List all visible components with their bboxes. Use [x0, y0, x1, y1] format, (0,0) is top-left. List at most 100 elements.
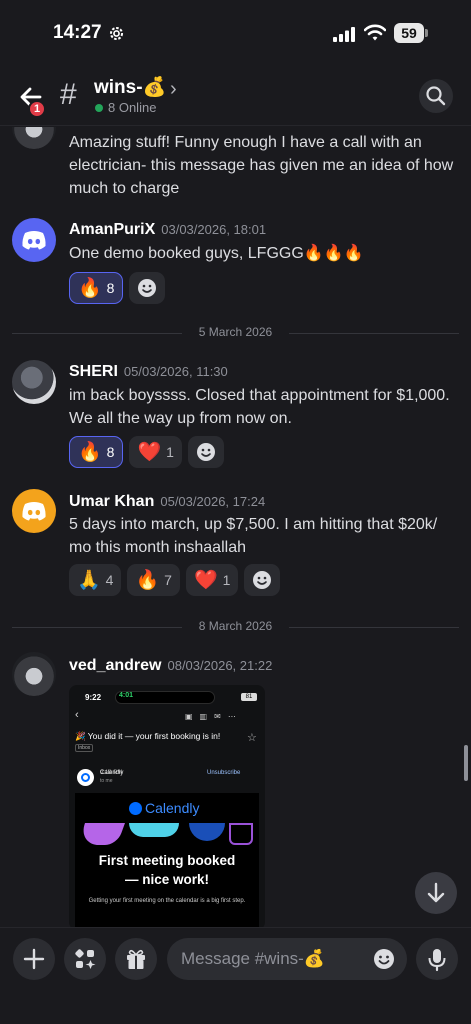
- mail-toolbar-icons: ▣▥✉⋯: [185, 712, 243, 721]
- unsubscribe-link: Unsubscribe: [207, 770, 241, 776]
- reaction-count: 7: [164, 572, 172, 588]
- message-timestamp: 03/03/2026, 18:01: [161, 222, 267, 237]
- channel-name[interactable]: wins-💰: [94, 75, 166, 99]
- notification-badge: 1: [28, 100, 46, 118]
- divider-label: 5 March 2026: [198, 325, 273, 339]
- inbox-tag: Inbox: [75, 744, 94, 752]
- reaction-bar: 🔥 8: [69, 272, 166, 304]
- decorative-shape: [129, 823, 179, 837]
- apps-icon: [75, 949, 96, 969]
- image-attachment[interactable]: 9:22 4:01 81 ‹ ▣▥✉⋯ 🎉 You did it — your …: [69, 685, 265, 927]
- author-name[interactable]: Umar Khan: [69, 493, 154, 510]
- battery-level: 59: [401, 25, 417, 41]
- avatar[interactable]: [12, 127, 56, 149]
- author-name[interactable]: AmanPuriX: [69, 221, 155, 238]
- email-recipient: to me: [100, 778, 113, 784]
- wifi-icon: [364, 24, 386, 41]
- call-timer: 4:01: [119, 692, 134, 699]
- reaction-count: 8: [106, 444, 115, 460]
- channel-header: # wins-💰 › 8 Online: [0, 66, 471, 126]
- reaction-fire[interactable]: 🔥 8: [69, 272, 124, 304]
- pray-emoji: 🙏: [77, 569, 101, 591]
- arrow-down-icon: [427, 882, 445, 903]
- gear-icon: [109, 26, 124, 41]
- online-count: 8 Online: [108, 100, 157, 115]
- reaction-count: 4: [105, 572, 114, 588]
- plus-icon: [23, 948, 45, 970]
- message-author[interactable]: SHERI 05/03/2026, 11:30: [69, 363, 228, 381]
- author-name[interactable]: SHERI: [69, 363, 118, 380]
- back-chevron-icon: ‹: [75, 709, 79, 721]
- reaction-bar: 🙏 4 🔥 7 ❤️ 1: [69, 564, 281, 596]
- add-reaction-button[interactable]: [244, 564, 281, 596]
- message-text: One demo booked guys, LFGGG🔥🔥🔥: [69, 245, 364, 262]
- avatar[interactable]: [12, 489, 56, 533]
- add-reaction-button[interactable]: [187, 436, 224, 468]
- message-author[interactable]: ved_andrew 08/03/2026, 21:22: [69, 657, 272, 675]
- status-time: 14:27: [53, 22, 102, 43]
- message-timestamp: 05/03/2026, 17:24: [160, 494, 266, 509]
- calendly-logo-text: Calendly: [145, 800, 200, 816]
- add-reaction-icon: [253, 571, 272, 589]
- reaction-heart[interactable]: ❤️ 1: [129, 436, 182, 468]
- email-headline: — nice work!: [124, 872, 210, 887]
- attachment-time: 9:22: [85, 693, 102, 702]
- status-bar: 14:27 59: [0, 0, 471, 66]
- attachment-battery: 81: [241, 693, 257, 701]
- date-divider: 5 March 2026: [12, 325, 459, 341]
- microphone-icon: [428, 949, 446, 972]
- gift-button[interactable]: [115, 938, 157, 980]
- apps-button[interactable]: [64, 938, 106, 980]
- message-composer: Message #wins-💰: [0, 927, 471, 1024]
- jump-to-present-button[interactable]: [415, 872, 457, 914]
- avatar[interactable]: [12, 360, 56, 404]
- message-list[interactable]: Amazing stuff! Funny enough I have a cal…: [0, 127, 471, 927]
- add-reaction-icon: [138, 279, 157, 297]
- reaction-heart[interactable]: ❤️ 1: [185, 564, 239, 596]
- voice-message-button[interactable]: [416, 938, 458, 980]
- heart-emoji: ❤️: [137, 441, 162, 463]
- email-footer-text: Getting your first meeting on the calend…: [88, 898, 246, 904]
- add-attachment-button[interactable]: [13, 938, 55, 980]
- fire-emoji: 🔥: [135, 569, 160, 591]
- hashtag-icon: #: [60, 78, 77, 111]
- message-input[interactable]: Message #wins-💰: [167, 938, 407, 980]
- message-text: im back boyssss. Closed that appointment…: [69, 387, 450, 427]
- reaction-pray[interactable]: 🙏 4: [69, 564, 122, 596]
- message-timestamp: 05/03/2026, 11:30: [123, 364, 228, 379]
- calendly-logo-icon: [81, 773, 90, 782]
- reaction-fire[interactable]: 🔥 7: [127, 564, 180, 596]
- search-button[interactable]: [419, 79, 453, 113]
- reaction-count: 1: [166, 444, 174, 460]
- email-sender: Calendly 9:13 PM: [100, 770, 124, 776]
- scrollbar[interactable]: [464, 745, 468, 781]
- avatar[interactable]: [12, 218, 56, 262]
- message-text: 5 days into march, up $7,500. I am hitti…: [69, 516, 438, 556]
- fire-emoji: 🔥: [78, 441, 102, 463]
- author-name[interactable]: ved_andrew: [69, 657, 161, 674]
- reaction-count: 1: [222, 572, 231, 588]
- message-text: Amazing stuff! Funny enough I have a cal…: [69, 134, 454, 197]
- add-reaction-button[interactable]: [129, 272, 166, 304]
- discord-logo-icon: [22, 502, 46, 521]
- date-divider: 8 March 2026: [12, 619, 459, 635]
- message-timestamp: 08/03/2026, 21:22: [167, 658, 273, 673]
- signal-icon: [333, 27, 355, 42]
- reaction-fire[interactable]: 🔥 8: [69, 436, 124, 468]
- reaction-bar: 🔥 8 ❤️ 1: [69, 436, 224, 468]
- avatar[interactable]: [12, 652, 56, 696]
- reaction-count: 8: [106, 280, 115, 296]
- emoji-picker-icon[interactable]: [373, 948, 395, 970]
- gift-icon: [127, 949, 145, 969]
- battery-icon: 59: [394, 23, 428, 43]
- heart-emoji: ❤️: [193, 569, 218, 591]
- online-status: 8 Online: [95, 100, 156, 115]
- message-author[interactable]: Umar Khan 05/03/2026, 17:24: [69, 493, 265, 511]
- discord-logo-icon: [22, 231, 46, 250]
- online-dot: [95, 103, 103, 112]
- search-icon: [426, 86, 446, 106]
- add-reaction-icon: [196, 443, 215, 461]
- decorative-shape: [229, 823, 253, 845]
- chevron-right-icon[interactable]: ›: [170, 78, 177, 101]
- message-author[interactable]: AmanPuriX 03/03/2026, 18:01: [69, 221, 266, 239]
